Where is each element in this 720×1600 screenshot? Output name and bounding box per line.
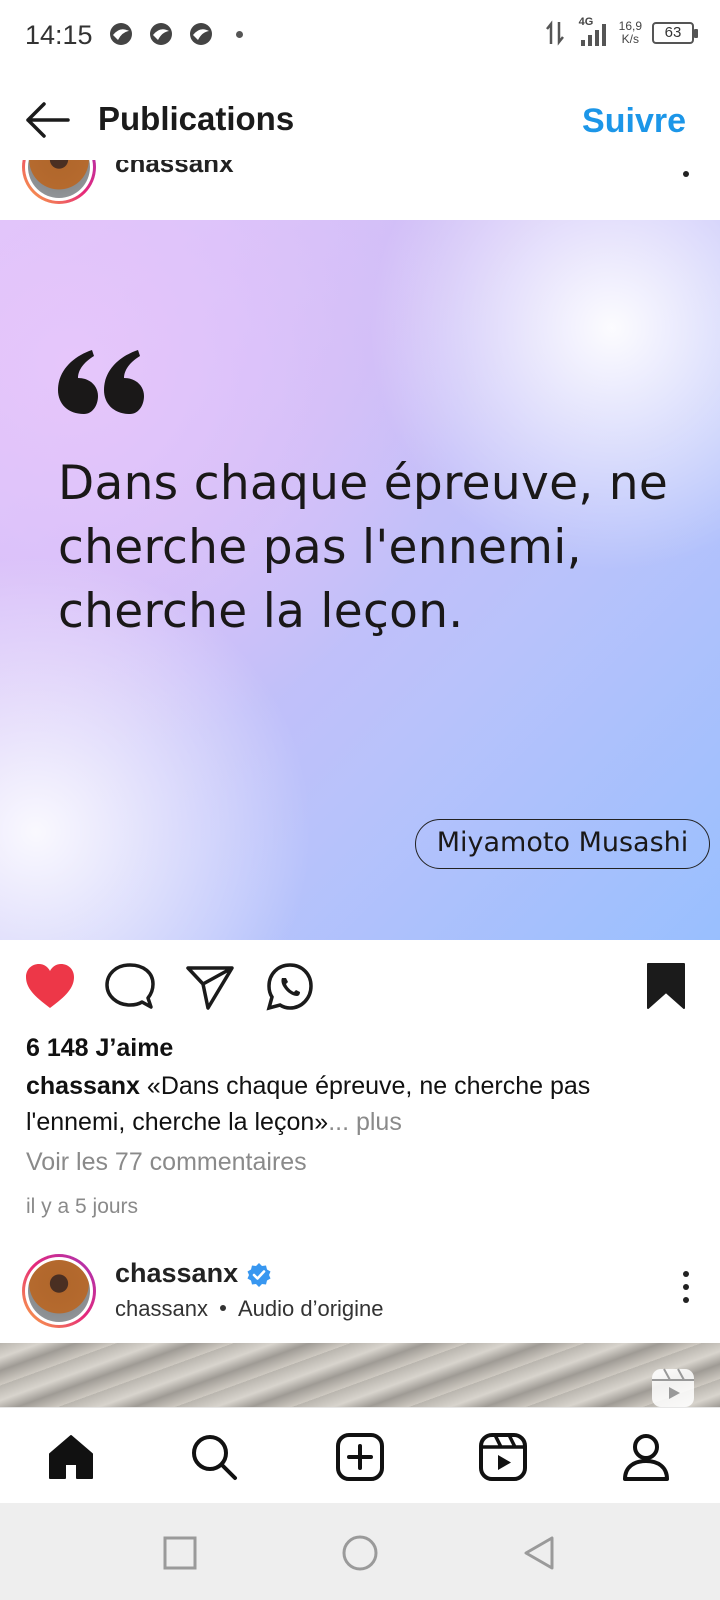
next-post-media[interactable] [0, 1343, 720, 1407]
next-post-header: chassanx chassanx Audio d’origine [0, 1250, 720, 1340]
back-button[interactable] [520, 1533, 560, 1573]
post-date: il y a 5 jours [26, 1195, 139, 1218]
likes-count[interactable]: 6 148 J’aime [26, 1034, 173, 1063]
avatar[interactable] [22, 1254, 96, 1328]
caption-more-link[interactable]: ... plus [328, 1108, 402, 1136]
post-caption: chassanx «Dans chaque épreuve, ne cherch… [26, 1068, 696, 1140]
nav-home[interactable] [46, 1432, 96, 1482]
subtitle-username[interactable]: chassanx [115, 1296, 208, 1321]
top-bar: Publications Suivre [0, 80, 720, 160]
signal-icon: 4G [575, 16, 609, 48]
caption-username[interactable]: chassanx [26, 1072, 140, 1100]
quote-text: Dans chaque épreuve, ne cherche pas l'en… [58, 456, 669, 639]
nav-reels[interactable] [478, 1432, 528, 1482]
system-nav-bar [0, 1503, 720, 1600]
send-icon [186, 966, 234, 1010]
follow-button[interactable]: Suivre [582, 102, 686, 141]
network-speed: 16,9 K/s [619, 20, 642, 46]
notification-icons [108, 22, 243, 46]
bottom-nav [0, 1407, 720, 1503]
home-icon [49, 1435, 93, 1479]
bookmark-icon [647, 963, 685, 1009]
square-icon [163, 1536, 197, 1570]
battery-icon: 63 [652, 22, 698, 44]
reels-icon [479, 1433, 527, 1481]
data-transfer-icon [545, 20, 564, 46]
post-image[interactable]: Dans chaque épreuve, ne cherche pas l'en… [0, 220, 720, 940]
scrolled-post-header: chassanx [0, 160, 720, 220]
post-username[interactable]: chassanx [115, 160, 234, 179]
page-title: Publications [98, 100, 295, 137]
battery-level: 63 [664, 24, 682, 41]
arrow-left-icon [26, 102, 70, 138]
bird-notification-icon [110, 23, 132, 45]
whatsapp-icon [266, 963, 313, 1011]
home-button[interactable] [340, 1533, 380, 1573]
post-username[interactable]: chassanx [115, 1258, 238, 1289]
comment-icon [105, 963, 155, 1009]
whatsapp-share-button[interactable] [264, 962, 316, 1012]
comment-button[interactable] [104, 962, 156, 1012]
bird-notification-icon [150, 23, 172, 45]
back-button[interactable] [22, 98, 72, 142]
status-bar: 14:15 4G 16,9 K/s 63 [0, 0, 720, 72]
avatar[interactable] [22, 160, 96, 204]
save-button[interactable] [646, 962, 698, 1012]
more-notifications-dot [236, 30, 243, 38]
post-subtitle: chassanx Audio d’origine [115, 1296, 384, 1322]
recents-button[interactable] [160, 1533, 200, 1573]
post-actions [0, 950, 720, 1026]
quote-mark-icon [58, 350, 144, 414]
bird-notification-icon [190, 23, 212, 45]
like-button[interactable] [24, 962, 76, 1012]
status-right: 4G 16,9 K/s 63 [545, 16, 698, 48]
quote-author: Miyamoto Musashi [415, 819, 710, 869]
triangle-back-icon [524, 1536, 554, 1570]
view-comments-link[interactable]: Voir les 77 commentaires [26, 1148, 307, 1177]
create-icon [336, 1433, 384, 1481]
heart-icon [26, 964, 74, 1008]
nav-create[interactable] [335, 1432, 385, 1482]
separator-dot [219, 1305, 226, 1312]
nav-search[interactable] [189, 1432, 239, 1482]
audio-link[interactable]: Audio d’origine [238, 1296, 384, 1321]
more-options-icon[interactable] [682, 166, 690, 186]
more-options-icon[interactable] [682, 1270, 690, 1304]
nav-profile[interactable] [621, 1432, 671, 1482]
profile-icon [623, 1434, 669, 1481]
speed-unit: K/s [621, 32, 639, 46]
status-time: 14:15 [25, 20, 93, 50]
verified-badge-icon [247, 1263, 271, 1287]
reel-icon [652, 1368, 694, 1407]
search-icon [192, 1435, 237, 1480]
circle-icon [342, 1535, 378, 1571]
share-button[interactable] [184, 962, 236, 1012]
